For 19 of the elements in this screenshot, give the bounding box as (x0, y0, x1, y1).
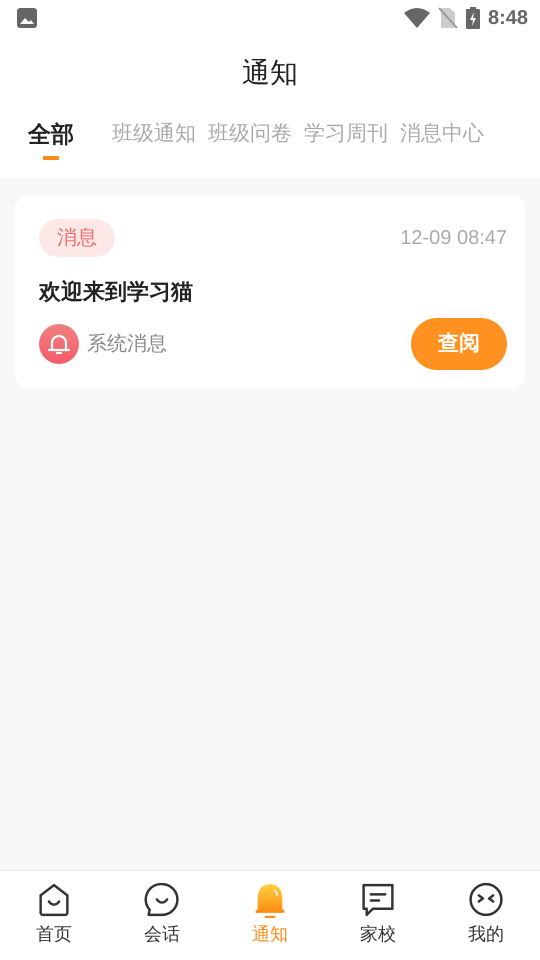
status-time: 8:48 (488, 6, 528, 31)
wifi-icon (404, 8, 430, 28)
nav-tab[interactable]: 我的 (432, 871, 540, 960)
battery-icon (466, 7, 480, 29)
notice-card[interactable]: 消息 12-09 08:47 欢迎来到学习猫 系统消息 查阅 (15, 195, 525, 388)
nav-tab[interactable]: 家校 (324, 871, 432, 960)
gallery-icon (16, 7, 38, 29)
nav-tab[interactable]: 会话 (108, 871, 216, 960)
bell-icon (39, 324, 79, 364)
chat-icon (143, 881, 181, 919)
nav-tab[interactable]: 首页 (0, 871, 108, 960)
notice-source: 系统消息 (87, 332, 167, 357)
notice-time: 12-09 08:47 (400, 226, 507, 251)
no-sim-icon (438, 7, 458, 29)
tab[interactable]: 全部 (14, 112, 88, 160)
notice-title: 欢迎来到学习猫 (39, 278, 194, 306)
page-title: 通知 (241, 56, 299, 90)
notice-tag: 消息 (39, 219, 115, 257)
face-icon (467, 881, 505, 919)
